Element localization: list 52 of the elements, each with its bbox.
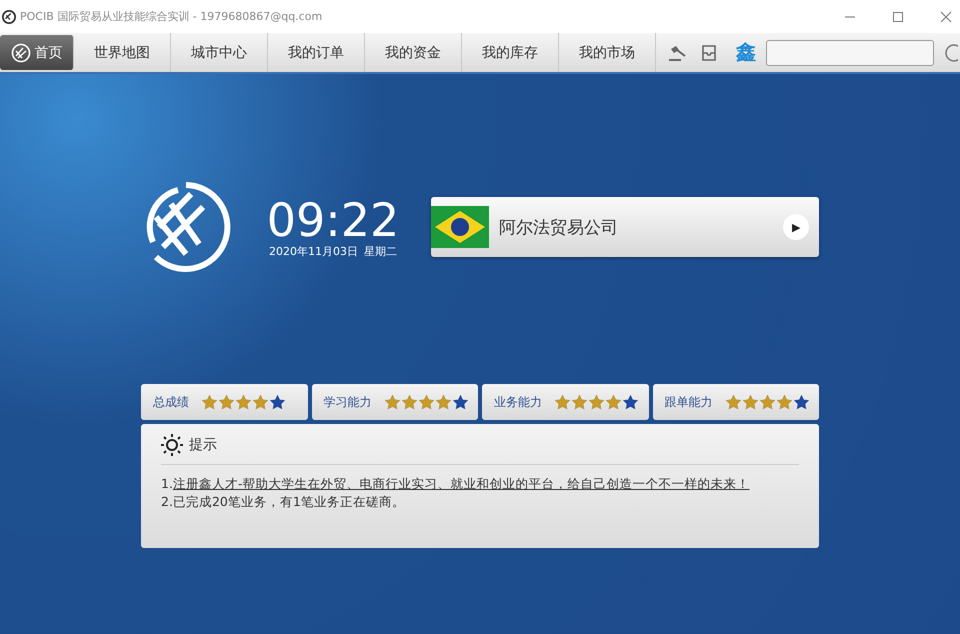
nav-tab[interactable]: 世界地图: [74, 33, 171, 72]
window-title: POCIB 国际贸易从业技能综合实训 - 1979680867@qq.com: [20, 9, 322, 24]
star-icon: [571, 394, 588, 410]
clock-icon[interactable]: [944, 44, 958, 62]
clock-weekday: 星期二: [364, 244, 397, 258]
star-icon: [554, 394, 571, 410]
star-icon: [776, 394, 792, 410]
tray-icon[interactable]: [700, 44, 718, 62]
star-icon: [269, 394, 286, 410]
star-icon: [588, 394, 605, 410]
star-icon: [452, 394, 468, 410]
star-icon: [400, 394, 418, 410]
search-field[interactable]: [766, 40, 934, 66]
star-icon: [418, 394, 434, 410]
company-card[interactable]: 阿尔法贸易公司 ▶: [431, 197, 819, 257]
play-button[interactable]: ▶: [783, 214, 809, 240]
globe-icon: [10, 42, 30, 62]
star-icon: [218, 394, 235, 410]
tips-title: 提示: [189, 436, 217, 454]
star-icon: [605, 394, 622, 410]
tip-number: 1.: [161, 476, 173, 491]
app-logo-icon: [2, 10, 16, 24]
nav-tab[interactable]: 首页: [0, 35, 74, 70]
star-icon: [384, 394, 400, 410]
nav-tab[interactable]: 我的市场: [559, 33, 656, 72]
sun-icon: [161, 434, 183, 456]
tip-number: 2.: [161, 494, 173, 509]
rating-label: 业务能力: [494, 394, 542, 410]
nav-tab[interactable]: 我的订单: [268, 33, 365, 72]
close-icon[interactable]: [940, 10, 952, 22]
rating-label: 跟单能力: [664, 394, 712, 410]
rating-label: 学习能力: [324, 394, 372, 410]
star-icon: [434, 394, 452, 410]
clock-time: 09:22: [266, 196, 400, 244]
clock-date: 2020年11月03日: [269, 244, 358, 258]
tip-text: 已完成20笔业务，有1笔业务正在磋商。: [172, 494, 405, 509]
star-icon: [622, 394, 639, 410]
brazil-flag-icon: [431, 206, 489, 248]
nav-tab[interactable]: 我的资金: [365, 33, 462, 72]
maximize-icon[interactable]: [892, 10, 904, 22]
star-icon: [235, 394, 252, 410]
star-icon: [758, 394, 776, 410]
star-icon: [724, 394, 742, 410]
star-icon: [201, 394, 218, 410]
star-icon: [742, 394, 758, 410]
nav-tab[interactable]: 我的库存: [462, 33, 559, 72]
star-icon: [252, 394, 269, 410]
star-icon: [792, 394, 810, 410]
company-name: 阿尔法贸易公司: [499, 216, 618, 238]
nav-tab[interactable]: 城市中心: [171, 33, 268, 72]
tip-link[interactable]: 注册鑫人才-帮助大学生在外贸、电商行业实习、就业和创业的平台，给自己创造一个不一样的未来！: [172, 476, 750, 491]
rating-label: 总成绩: [153, 394, 189, 410]
